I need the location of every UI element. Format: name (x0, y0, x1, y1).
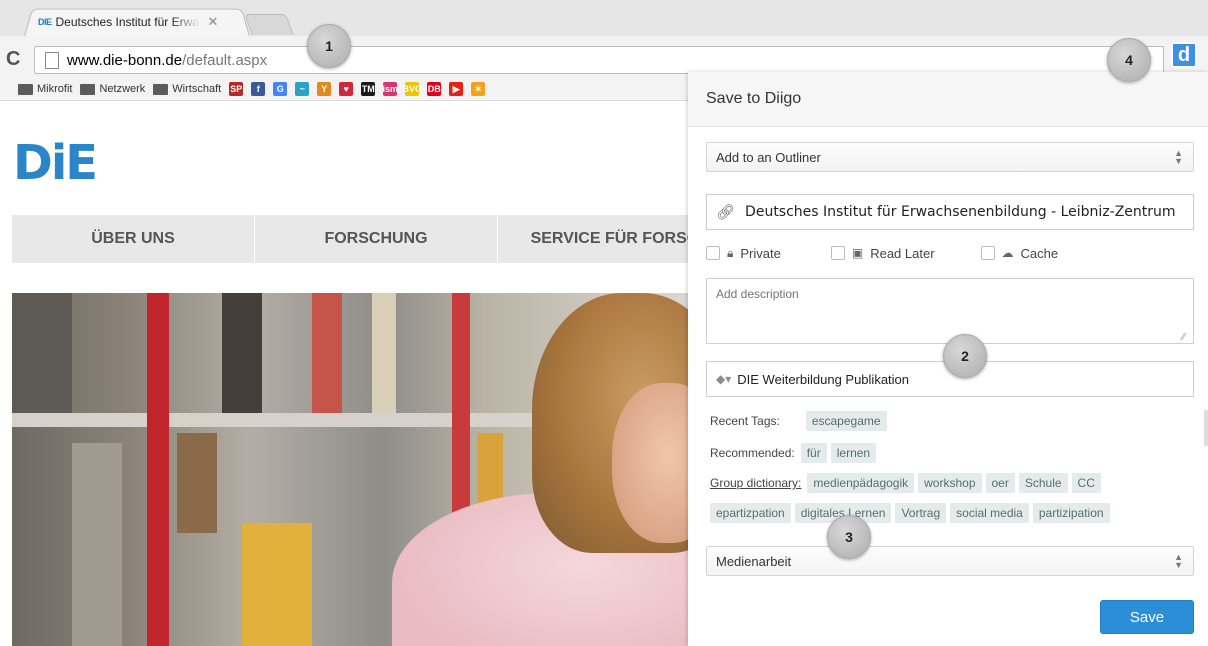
folder-icon (80, 83, 96, 95)
book (12, 293, 72, 413)
bookmark-folder[interactable]: Mikrofit (18, 83, 72, 95)
reload-icon[interactable]: C (6, 48, 20, 71)
callout-marker: 2 (943, 334, 987, 378)
bookmark-folder-label: Wirtschaft (172, 83, 222, 95)
tag-chip[interactable]: medienpädagogik (807, 473, 915, 493)
tag-chip[interactable]: für (800, 443, 827, 463)
select-arrows-icon: ▲ ▼ (1174, 552, 1183, 570)
tag-chip[interactable]: escapegame (805, 411, 887, 431)
bookmark-icon[interactable]: G (273, 82, 288, 96)
browser-tab-content[interactable]: DIE Deutsches Institut für Erwa ✕ (38, 12, 218, 32)
book (222, 293, 262, 413)
lock-icon: 🔒︎ (727, 245, 734, 260)
outliner-select-value: Add to an Outliner (716, 149, 821, 165)
book (312, 293, 342, 413)
cloud-icon: ☁ (1001, 246, 1014, 260)
url-host: www.die-bonn.de (67, 51, 183, 69)
book (242, 523, 312, 646)
callout-marker: 3 (827, 515, 871, 559)
checkbox-box[interactable] (980, 246, 995, 260)
tag-chip[interactable]: Vortrag (895, 503, 947, 523)
checkbox-box[interactable] (706, 246, 720, 260)
read-later-icon: ▣ (851, 246, 864, 260)
bookmark-folder-label: Mikrofit (37, 83, 73, 95)
bookmark-icon[interactable]: ~ (295, 82, 310, 96)
address-bar[interactable]: www.die-bonn.de/default.aspx ☆ (34, 46, 1164, 74)
bookmark-icon[interactable]: ♥ (339, 82, 354, 96)
tag-chip[interactable]: epartizpation (710, 503, 791, 523)
url-path: /default.aspx (182, 51, 268, 69)
tab-close-icon[interactable]: ✕ (208, 14, 219, 30)
book (372, 293, 396, 413)
book (177, 433, 217, 533)
tags-value: DIE Weiterbildung Publikation (737, 371, 910, 387)
nav-item-forschung[interactable]: FORSCHUNG (255, 215, 498, 263)
scrollbar[interactable] (1204, 410, 1208, 446)
die-favicon-icon: DIE (38, 17, 52, 27)
recommended-label: Recommended: (710, 446, 795, 460)
save-button[interactable]: Save (1100, 600, 1194, 634)
outliner-select[interactable]: Add to an Outliner ▲ ▼ (706, 142, 1194, 172)
resize-grip-icon[interactable]: ⁄⁄ (1182, 332, 1185, 343)
book (72, 443, 122, 646)
tag-icon[interactable]: ◆▾ (716, 372, 731, 386)
bookmark-icon[interactable]: TM (361, 82, 376, 96)
checkbox-box[interactable] (830, 246, 845, 260)
tag-chip[interactable]: social media (950, 503, 1029, 523)
save-options: 🔒︎ Private ▣ Read Later ☁ Cache (706, 244, 1058, 262)
recent-tags-row: Recent Tags: escapegame (710, 411, 891, 431)
recommended-tags-row: Recommended: für lernen (710, 443, 880, 463)
bookmark-icons: SP f G ~ Y ♥ TM ism BVG DB ▶ ✶ (229, 82, 486, 96)
read-later-label: Read Later (870, 245, 935, 261)
bookmark-icon[interactable]: ism (382, 82, 398, 96)
die-logo[interactable]: DiE (13, 135, 98, 191)
title-value: Deutsches Institut für Erwachsenenbildun… (745, 204, 1176, 220)
page-icon (45, 51, 59, 69)
new-tab-button[interactable] (244, 14, 294, 35)
group-dictionary-row: Group dictionary: medienpädagogik worksh… (710, 473, 1105, 493)
tag-chip[interactable]: CC (1071, 473, 1101, 493)
recent-tags-label: Recent Tags: (710, 414, 780, 428)
bookmark-icon[interactable]: BVG (402, 82, 422, 96)
title-field[interactable]: 🔗︎ Deutsches Institut für Erwachsenenbil… (706, 194, 1194, 230)
tag-chip[interactable]: partizipation (1032, 503, 1110, 523)
callout-marker: 1 (307, 24, 351, 68)
tab-title: Deutsches Institut für Erwa (55, 15, 199, 29)
bookmark-icon[interactable]: SP (229, 82, 244, 96)
folder-icon (153, 83, 169, 95)
folder-icon (18, 83, 33, 95)
private-checkbox[interactable]: 🔒︎ Private (706, 246, 781, 261)
link-icon: 🔗︎ (716, 203, 736, 221)
bookmark-icon[interactable]: Y (317, 82, 332, 96)
tab-strip: DIE Deutsches Institut für Erwa ✕ (0, 0, 1208, 38)
group-dictionary-link[interactable]: Group dictionary: (710, 476, 801, 490)
bookmark-icon[interactable]: f (251, 82, 266, 96)
bookmark-icon[interactable]: ✶ (471, 82, 486, 96)
cache-label: Cache (1020, 245, 1059, 261)
cache-checkbox[interactable]: ☁ Cache (980, 245, 1059, 261)
bookmark-folder[interactable]: Netzwerk (80, 83, 145, 95)
hero-image (12, 293, 688, 646)
bookmark-folder[interactable]: Wirtschaft (153, 83, 221, 95)
diigo-extension-icon[interactable]: d (1171, 42, 1197, 68)
description-field[interactable] (706, 278, 1194, 344)
book (147, 293, 169, 646)
bookmark-icon[interactable]: ▶ (449, 82, 464, 96)
bookmark-folder-label: Netzwerk (99, 83, 146, 95)
tag-chip[interactable]: oer (985, 473, 1015, 493)
group-select[interactable]: Medienarbeit ▲ ▼ (706, 546, 1194, 576)
nav-item-ueber-uns[interactable]: ÜBER UNS (12, 215, 255, 263)
group-dictionary-row-2: epartizpation digitales Lernen Vortrag s… (710, 503, 1114, 523)
group-select-value: Medienarbeit (716, 553, 792, 569)
read-later-checkbox[interactable]: ▣ Read Later (830, 245, 935, 261)
callout-marker: 4 (1107, 38, 1151, 82)
tag-chip[interactable]: workshop (918, 473, 982, 493)
tag-chip[interactable]: lernen (830, 443, 877, 463)
private-label: Private (740, 245, 781, 261)
select-arrows-icon: ▲ ▼ (1174, 148, 1183, 166)
tag-chip[interactable]: Schule (1018, 473, 1068, 493)
bookmark-icon[interactable]: DB (427, 82, 442, 96)
